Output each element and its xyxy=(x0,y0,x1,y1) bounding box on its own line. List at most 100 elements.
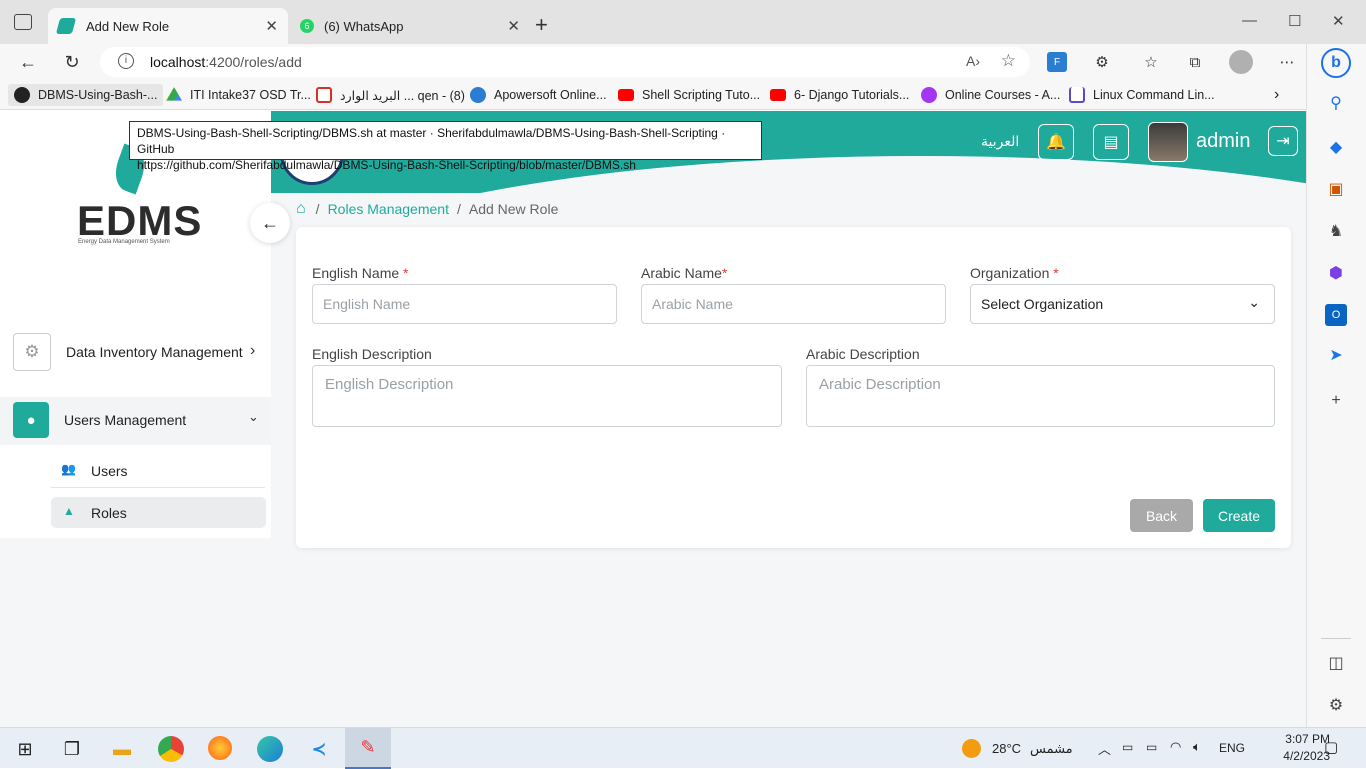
clock-time[interactable]: 3:07 PM xyxy=(1260,732,1330,746)
weather-sun-icon xyxy=(962,739,981,758)
minimize-icon[interactable]: — xyxy=(1242,12,1257,29)
arabic-name-input[interactable] xyxy=(652,296,945,312)
extension-icon[interactable]: F xyxy=(1047,52,1067,72)
english-name-label: English Name * xyxy=(312,265,409,281)
tools-icon[interactable]: ▣ xyxy=(1325,178,1347,200)
tab-add-new-role[interactable]: Add New Role ✕ xyxy=(48,8,288,44)
favorites-icon[interactable]: ☆ xyxy=(1141,52,1161,72)
weather-text[interactable]: مشمس xyxy=(1030,741,1073,757)
sidebar-subitem-users[interactable]: 👥 Users xyxy=(51,454,265,488)
send-icon[interactable]: ➤ xyxy=(1325,344,1347,366)
show-hidden-icons-chevron[interactable]: ︿ xyxy=(1098,739,1111,758)
username-label[interactable]: admin xyxy=(1196,130,1250,153)
favorite-item[interactable]: البريد الوارد ... qen - (8) xyxy=(316,84,465,106)
bing-icon[interactable]: b xyxy=(1321,48,1351,78)
weather-temp[interactable]: 28°C xyxy=(992,741,1021,756)
vscode-icon[interactable]: ≺ xyxy=(306,736,332,762)
notifications-icon[interactable]: ▢ xyxy=(1324,738,1338,756)
favorite-item[interactable]: Online Courses - A... xyxy=(921,84,1060,106)
collapse-sidebar-button[interactable]: ← xyxy=(250,203,290,243)
gmail-icon xyxy=(316,87,332,103)
sidebar-subitem-roles[interactable]: ▲ Roles xyxy=(51,497,266,528)
logout-button[interactable]: ⇥ xyxy=(1268,126,1298,156)
windows-start-icon[interactable]: ⊞ xyxy=(12,736,38,762)
favorite-label: Linux Command Lin... xyxy=(1093,88,1215,102)
sidebar-item-users-management[interactable]: ● Users Management ⌄ xyxy=(0,397,271,445)
favorite-item[interactable]: Apowersoft Online... xyxy=(470,84,607,106)
breadcrumb-roles-management[interactable]: Roles Management xyxy=(328,201,449,217)
favorite-item[interactable]: DBMS-Using-Bash-... xyxy=(8,84,164,106)
refresh-icon[interactable]: ↻ xyxy=(60,50,84,74)
address-bar[interactable]: i localhost:4200/roles/add A› ☆ xyxy=(100,47,1030,77)
arabic-name-label: Arabic Name* xyxy=(641,265,728,281)
arabic-name-field[interactable] xyxy=(641,284,946,324)
microsoft365-icon[interactable]: ⬢ xyxy=(1325,262,1347,284)
meet-icon[interactable]: ▭ xyxy=(1122,740,1133,754)
close-icon[interactable]: ✕ xyxy=(507,17,520,35)
sidebar-item-data-inventory[interactable]: ⚙ Data Inventory Management › xyxy=(0,333,271,373)
wifi-icon[interactable]: ◠ xyxy=(1170,739,1181,755)
home-icon[interactable]: ⌂ xyxy=(296,200,306,218)
profile-avatar[interactable] xyxy=(1229,50,1253,74)
games-icon[interactable]: ♞ xyxy=(1325,220,1347,242)
close-icon[interactable]: ✕ xyxy=(265,17,278,35)
create-button[interactable]: Create xyxy=(1203,499,1275,532)
firefox-icon[interactable] xyxy=(208,736,232,760)
favorite-item[interactable]: 6- Django Tutorials... xyxy=(770,84,909,106)
task-view-icon[interactable]: ❐ xyxy=(59,736,85,762)
more-menu-icon[interactable]: ⋯ xyxy=(1277,52,1297,72)
read-aloud-icon[interactable]: A› xyxy=(966,53,980,69)
new-tab-button[interactable]: + xyxy=(535,12,548,38)
favorite-item[interactable]: ITI Intake37 OSD Tr... xyxy=(166,84,311,106)
active-app-icon[interactable]: ✎ xyxy=(345,728,391,769)
sidebar-item-label: Data Inventory Management xyxy=(66,344,243,360)
input-language[interactable]: ENG xyxy=(1219,741,1245,755)
chrome-icon[interactable] xyxy=(158,736,184,762)
back-arrow-icon[interactable]: ← xyxy=(16,50,40,74)
sidebar-toggle-icon[interactable]: ◫ xyxy=(1325,652,1347,674)
add-icon[interactable]: + xyxy=(1325,390,1347,412)
arabic-description-field[interactable] xyxy=(806,365,1275,427)
battery-icon[interactable]: ▭ xyxy=(1146,740,1157,754)
chevron-right-icon[interactable]: › xyxy=(1274,84,1279,106)
user-tie-icon: ▲ xyxy=(63,504,75,518)
organization-selected-value: Select Organization xyxy=(981,296,1104,312)
app-root: EDMS Energy Data Management System ⚙ Dat… xyxy=(0,111,1306,727)
add-favorite-icon[interactable]: ☆ xyxy=(1001,51,1016,71)
favorite-label: Apowersoft Online... xyxy=(494,88,607,102)
english-description-field[interactable] xyxy=(312,365,782,427)
edge-icon[interactable] xyxy=(257,736,283,762)
tab-whatsapp[interactable]: 6 (6) WhatsApp ✕ xyxy=(290,8,530,44)
windows-taskbar: ⊞ ❐ ▬ ≺ ✎ 28°C مشمس ︿ ▭ ▭ ◠ 🔈︎ ENG 3:07 … xyxy=(0,727,1366,769)
tab-actions-icon[interactable] xyxy=(14,14,32,30)
favorite-item[interactable]: Linux Command Lin... xyxy=(1069,84,1215,106)
volume-icon[interactable]: 🔈︎ xyxy=(1193,739,1201,755)
notifications-bell-button[interactable]: 🔔 xyxy=(1038,124,1074,160)
settings-icon[interactable]: ⚙ xyxy=(1325,694,1347,716)
organization-select[interactable]: Select Organization ⌄ xyxy=(970,284,1275,324)
collections-icon[interactable]: ⧉ xyxy=(1185,52,1205,72)
close-window-icon[interactable]: ✕ xyxy=(1332,12,1345,30)
extensions-puzzle-icon[interactable]: ⚙ xyxy=(1092,52,1112,72)
clock-date[interactable]: 4/2/2023 xyxy=(1260,749,1330,763)
language-switch-link[interactable]: العربية xyxy=(981,133,1019,150)
book-button[interactable]: ▤ xyxy=(1093,124,1129,160)
tab-title: (6) WhatsApp xyxy=(324,18,404,34)
favorite-item[interactable]: Shell Scripting Tuto... xyxy=(618,84,760,106)
back-button[interactable]: Back xyxy=(1130,499,1193,532)
outlook-icon[interactable]: O xyxy=(1325,304,1347,326)
arabic-description-input[interactable] xyxy=(819,366,1274,426)
maximize-icon[interactable]: ☐ xyxy=(1288,12,1301,30)
info-icon: i xyxy=(118,53,134,69)
browser-toolbar: ← ↻ i localhost:4200/roles/add A› ☆ F ⚙ … xyxy=(0,44,1306,80)
add-role-form-card: English Name * Arabic Name* Organization… xyxy=(296,227,1291,548)
browser-side-panel: b ⚲ ◆ ▣ ♞ ⬢ O ➤ + ◫ ⚙ xyxy=(1306,44,1366,727)
avatar[interactable] xyxy=(1148,122,1188,162)
file-explorer-icon[interactable]: ▬ xyxy=(109,736,135,762)
english-description-input[interactable] xyxy=(325,366,781,426)
search-icon[interactable]: ⚲ xyxy=(1325,92,1347,114)
shopping-tag-icon[interactable]: ◆ xyxy=(1325,136,1347,158)
english-name-field[interactable] xyxy=(312,284,617,324)
logo-text: EDMS xyxy=(77,197,203,244)
english-name-input[interactable] xyxy=(323,296,616,312)
